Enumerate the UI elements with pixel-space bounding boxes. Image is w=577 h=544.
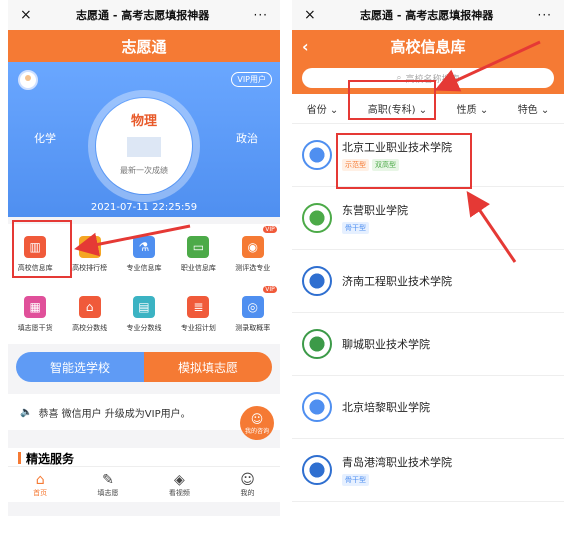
arrow-to-school-library <box>74 224 191 257</box>
arrow-to-filter <box>434 40 541 92</box>
arrow-to-school <box>466 191 517 263</box>
annotation-arrows <box>74 40 541 263</box>
